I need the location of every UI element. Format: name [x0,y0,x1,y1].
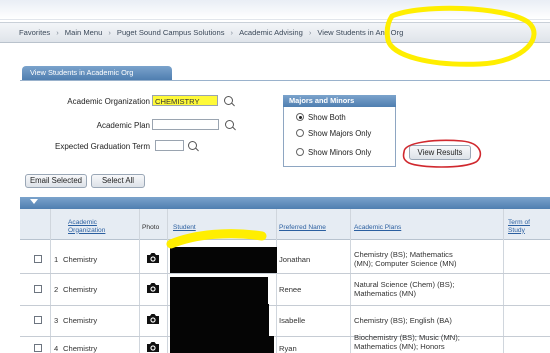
annotation-overlay [166,5,537,249]
view-results-circle [402,139,482,168]
highlight-underline-student [166,229,267,249]
highlight-circle-breadcrumb [384,5,537,67]
